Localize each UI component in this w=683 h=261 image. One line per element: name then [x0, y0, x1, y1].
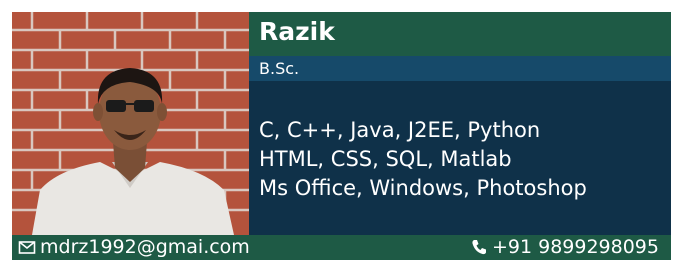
- phone-contact[interactable]: +91 9899298095: [470, 236, 659, 258]
- degree-bar: B.Sc.: [249, 56, 671, 81]
- skills-list: C, C++, Java, J2EE, Python HTML, CSS, SQ…: [259, 116, 587, 203]
- phone-icon: [470, 238, 488, 256]
- skills-section: C, C++, Java, J2EE, Python HTML, CSS, SQ…: [249, 81, 671, 235]
- profile-degree: B.Sc.: [259, 59, 300, 78]
- phone-text[interactable]: +91 9899298095: [492, 236, 659, 258]
- email-text[interactable]: mdrz1992@gmai.com: [40, 236, 250, 258]
- profile-photo: [12, 12, 249, 235]
- skill-line: Ms Office, Windows, Photoshop: [259, 176, 587, 200]
- skill-line: HTML, CSS, SQL, Matlab: [259, 147, 512, 171]
- profile-card: Razik B.Sc. C, C++, Java, J2EE, Python H…: [12, 12, 671, 260]
- profile-name: Razik: [259, 17, 335, 46]
- mail-icon: [18, 238, 36, 256]
- skill-line: C, C++, Java, J2EE, Python: [259, 118, 541, 142]
- email-contact[interactable]: mdrz1992@gmai.com: [18, 236, 250, 258]
- profile-info: Razik B.Sc. C, C++, Java, J2EE, Python H…: [249, 12, 671, 235]
- name-bar: Razik: [249, 12, 671, 56]
- contact-footer: mdrz1992@gmai.com +91 9899298095: [12, 235, 671, 260]
